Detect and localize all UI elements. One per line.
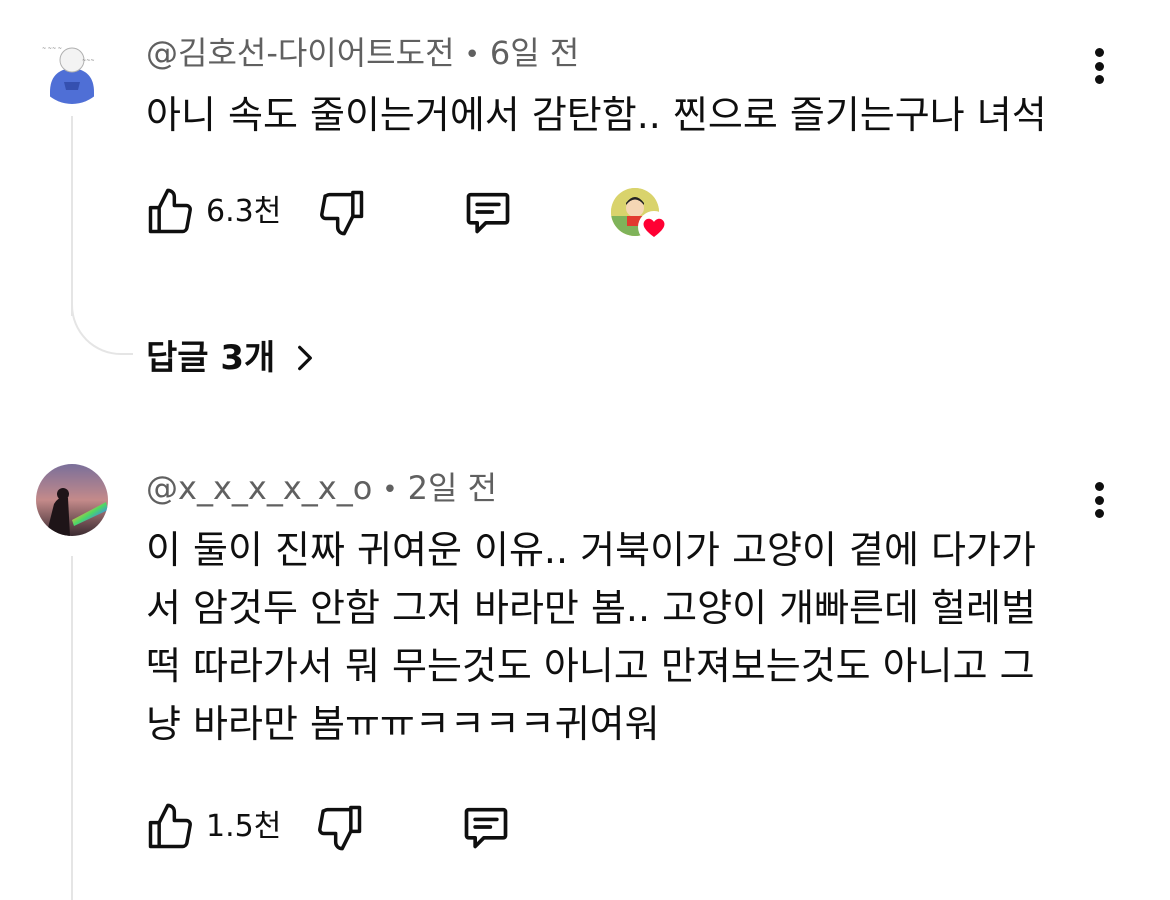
thumbs-up-icon bbox=[148, 188, 192, 234]
comment-time[interactable]: 6일 전 bbox=[490, 34, 579, 72]
dot bbox=[1094, 482, 1104, 491]
dot bbox=[1094, 75, 1104, 84]
like-button[interactable] bbox=[144, 186, 196, 238]
chevron-right-icon bbox=[298, 345, 313, 371]
dot bbox=[1094, 495, 1104, 505]
comment-reply-icon bbox=[466, 192, 510, 234]
thread-curve bbox=[71, 295, 133, 355]
comment-author[interactable]: @x_x_x_x_x_o bbox=[146, 469, 372, 507]
like-button[interactable] bbox=[144, 801, 196, 853]
dot bbox=[1094, 61, 1104, 71]
avatar[interactable]: ~ ~~ ~ ~~~ bbox=[36, 32, 108, 104]
dot bbox=[1094, 509, 1104, 518]
dislike-button[interactable] bbox=[316, 186, 368, 238]
comment-header: @x_x_x_x_x_o • 2일 전 bbox=[146, 468, 497, 510]
reply-button[interactable] bbox=[462, 186, 514, 238]
comment-reply-icon bbox=[464, 807, 508, 849]
comment-text: 아니 속도 줄이는거에서 감탄함.. 찐으로 즐기는구나 녀석 bbox=[146, 93, 1047, 137]
like-count: 6.3천 bbox=[206, 194, 282, 229]
dot bbox=[1094, 48, 1104, 57]
separator-dot: • bbox=[382, 475, 398, 505]
more-options-button[interactable] bbox=[1084, 44, 1114, 88]
heart-icon bbox=[638, 211, 670, 243]
more-options-button[interactable] bbox=[1084, 478, 1114, 522]
creator-heart-badge bbox=[611, 186, 677, 246]
dislike-button[interactable] bbox=[314, 801, 366, 853]
comment-header: @김호선-다이어트도전 • 6일 전 bbox=[146, 33, 579, 75]
comment-item: ~ ~~ ~ ~~~ @김호선-다이어트도전 • 6일 전 아니 속도 줄이는거에서… bbox=[0, 0, 1170, 420]
like-count: 1.5천 bbox=[206, 809, 282, 844]
svg-text:~ ~~ ~: ~ ~~ ~ bbox=[42, 46, 62, 52]
svg-text:~~~: ~~~ bbox=[82, 58, 95, 64]
comment-text: 이 둘이 진짜 귀여운 이유.. 거북이가 고양이 곁에 다가가 서 암것두 안… bbox=[146, 528, 1036, 746]
view-replies-button[interactable]: 답글 3개 bbox=[146, 336, 321, 380]
thumbs-down-icon bbox=[318, 805, 362, 851]
separator-dot: • bbox=[464, 40, 480, 70]
thread-line bbox=[71, 116, 73, 316]
comment-author[interactable]: @김호선-다이어트도전 bbox=[146, 34, 455, 72]
comment-item: @x_x_x_x_x_o • 2일 전 이 둘이 진짜 귀여운 이유.. 거북이가 … bbox=[0, 440, 1170, 900]
comment-time[interactable]: 2일 전 bbox=[408, 469, 497, 507]
avatar[interactable] bbox=[36, 464, 108, 536]
thumbs-down-icon bbox=[320, 190, 364, 236]
reply-button[interactable] bbox=[460, 801, 512, 853]
replies-label: 답글 3개 bbox=[146, 338, 276, 378]
thread-line bbox=[71, 556, 73, 900]
thumbs-up-icon bbox=[148, 803, 192, 849]
